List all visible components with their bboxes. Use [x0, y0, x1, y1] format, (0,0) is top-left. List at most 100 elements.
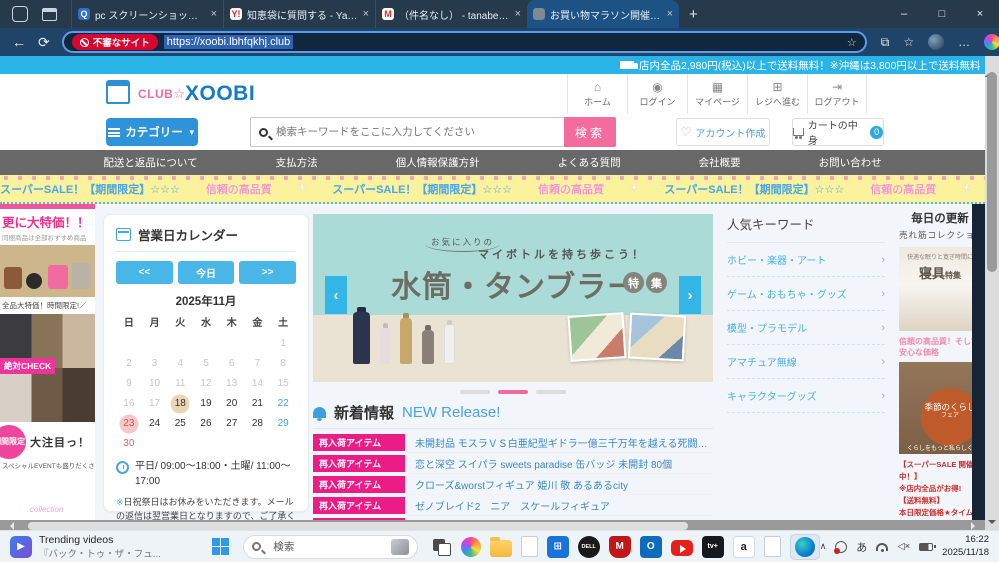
muted-speaker-icon[interactable]: ◁×: [897, 541, 910, 552]
amazon-icon[interactable]: a: [732, 535, 755, 558]
category-button[interactable]: カテゴリー ▼: [106, 118, 198, 146]
favorite-star-icon[interactable]: ☆: [847, 36, 857, 49]
calendar-day[interactable]: 4: [167, 355, 193, 372]
favorites-icon[interactable]: ☆: [903, 35, 914, 49]
more-menu-icon[interactable]: …: [958, 35, 970, 49]
news-item-link[interactable]: クローズ&worstフィギュア 姫川 敬 あるあるcity: [415, 477, 628, 492]
hidden-icons-chevron[interactable]: ∧: [820, 541, 827, 552]
document-icon[interactable]: [520, 536, 538, 557]
calendar-day[interactable]: 11: [167, 375, 193, 392]
outlook-icon[interactable]: O: [639, 535, 662, 558]
vertical-scrollbar[interactable]: [985, 52, 999, 532]
calendar-day[interactable]: 25: [167, 415, 193, 432]
header-nav-checkout[interactable]: ⊞ レジへ進む: [747, 74, 807, 114]
coats-image[interactable]: 絶対CHECK: [0, 314, 95, 422]
calendar-day[interactable]: 12: [193, 375, 219, 392]
calendar-day[interactable]: 16: [116, 395, 142, 412]
calendar-day[interactable]: 9: [116, 375, 142, 392]
back-button[interactable]: ←: [12, 34, 26, 50]
start-button[interactable]: [212, 538, 230, 555]
hero-carousel[interactable]: お気に入りの マイボトルを持ち歩こう！ 水筒・タンブラー 特集 ‹ ›: [313, 214, 713, 382]
calendar-day[interactable]: 1: [270, 335, 296, 352]
calendar-day[interactable]: 29: [270, 415, 296, 432]
calendar-day[interactable]: 28: [245, 415, 271, 432]
browser-tab[interactable]: Qpc スクリーンショット 方法 - 検索 ×: [71, 0, 223, 28]
calendar-day[interactable]: 21: [245, 395, 271, 412]
cart-button[interactable]: カートの中身 0: [792, 118, 884, 147]
browser-tab[interactable]: Y! 知恵袋に質問する - Yahoo!知恵袋 ×: [223, 0, 375, 28]
microsoft-store-icon[interactable]: ⊞: [546, 535, 569, 558]
seasonal-banner[interactable]: 季節のくらし フェア くらしをもっと私らしく: [899, 362, 981, 455]
calendar-day[interactable]: 24: [142, 415, 168, 432]
dell-icon[interactable]: DELL: [577, 535, 600, 558]
calendar-day[interactable]: 10: [142, 375, 168, 392]
minimize-button[interactable]: –: [885, 0, 923, 28]
browser-tab[interactable]: お買い物マラソン開催中♪クーポン活 ×: [527, 0, 679, 28]
create-account-button[interactable]: ♡ アカウント作成: [676, 118, 770, 146]
new-tab-button[interactable]: +: [689, 6, 698, 23]
nav-link[interactable]: 支払方法: [276, 155, 318, 170]
news-item-link[interactable]: 恋と深空 スイパラ sweets paradise 缶バッジ 未開封 80個: [415, 456, 672, 471]
calendar-day[interactable]: 30: [116, 435, 142, 452]
search-button[interactable]: 検索: [564, 117, 616, 147]
site-warning-badge[interactable]: 不審なサイト: [71, 34, 158, 50]
file-explorer-icon[interactable]: [489, 536, 512, 557]
carousel-next-arrow[interactable]: ›: [679, 276, 701, 314]
tab-close-icon[interactable]: ×: [211, 8, 217, 20]
youtube-icon[interactable]: [670, 540, 693, 556]
calendar-day[interactable]: 26: [193, 415, 219, 432]
horizontal-scroll-thumb[interactable]: [28, 522, 688, 530]
wifi-icon[interactable]: [876, 542, 889, 552]
calendar-day[interactable]: 15: [270, 375, 296, 392]
site-logo[interactable]: CLUB ☆ XOOBI: [106, 80, 255, 106]
keyword-link[interactable]: 模型・プラモデル ›: [727, 311, 885, 345]
header-nav-home[interactable]: ⌂ ホーム: [567, 74, 627, 114]
bedding-banner[interactable]: 快適な眠りと寛ぎ時間に 寝具特集: [899, 247, 981, 331]
document-icon[interactable]: [763, 536, 781, 557]
carousel-dot[interactable]: [536, 390, 566, 394]
calendar-day[interactable]: 17: [142, 395, 168, 412]
nav-link[interactable]: 配送と返品について: [103, 155, 197, 170]
handbags-image[interactable]: [0, 245, 95, 297]
keyword-link[interactable]: ゲーム・おもちゃ・グッズ ›: [727, 277, 885, 311]
news-item-link[interactable]: ゼノブレイド2 ニア スケールフィギュア: [415, 498, 610, 513]
calendar-next-button[interactable]: >>: [239, 261, 297, 284]
header-nav-mypage[interactable]: ▦ マイページ: [687, 74, 747, 114]
tv-app-icon[interactable]: tv+: [701, 535, 724, 558]
ime-indicator[interactable]: あ: [856, 539, 867, 555]
calendar-day[interactable]: 3: [142, 355, 168, 372]
vertical-scroll-thumb[interactable]: [987, 72, 997, 272]
calendar-day[interactable]: 20: [219, 395, 245, 412]
rug-image[interactable]: RUG collection: [0, 473, 95, 520]
calendar-day[interactable]: 18: [167, 395, 193, 412]
calendar-day[interactable]: 5: [193, 355, 219, 372]
nav-link[interactable]: よくある質問: [558, 155, 621, 170]
copilot-icon[interactable]: [984, 34, 999, 50]
nav-link[interactable]: 会社概要: [699, 155, 741, 170]
keyword-link[interactable]: アマチュア無線 ›: [727, 345, 885, 379]
news-item-link[interactable]: 未開封品 モスラＶＳ白亜紀型ギドラ一億三千万年を越える死闘ガレージキット: [415, 435, 713, 450]
nav-link[interactable]: 個人情報保護方針: [396, 155, 480, 170]
calendar-day[interactable]: 19: [193, 395, 219, 412]
tab-actions-icon[interactable]: [42, 7, 57, 21]
calendar-today-button[interactable]: 今日: [177, 261, 235, 284]
tab-close-icon[interactable]: ×: [667, 8, 673, 20]
address-bar[interactable]: 不審なサイト https://xoobi.lbhfqkhj.club ☆: [61, 31, 867, 53]
calendar-day[interactable]: 6: [219, 355, 245, 372]
scroll-left-arrow[interactable]: [6, 522, 14, 530]
tab-close-icon[interactable]: ×: [515, 8, 521, 20]
close-window-button[interactable]: ×: [961, 0, 999, 28]
nav-link[interactable]: お問い合わせ: [819, 155, 882, 170]
calendar-day[interactable]: 2: [116, 355, 142, 372]
network-error-icon[interactable]: [834, 540, 848, 554]
carousel-dot[interactable]: [460, 390, 490, 394]
widgets-button[interactable]: ▶ Trending videos 『バック・トゥ・ザ・フュ...: [10, 534, 190, 560]
calendar-day[interactable]: 22: [270, 395, 296, 412]
keyword-link[interactable]: ホビー・楽器・アート ›: [727, 243, 885, 277]
taskbar-search[interactable]: 検索: [243, 534, 418, 559]
profile-avatar[interactable]: [928, 34, 945, 50]
taskbar-clock[interactable]: 16:22 2025/11/18: [942, 534, 989, 559]
browser-logo-icon[interactable]: [12, 6, 28, 22]
browser-tab[interactable]: M （件名なし） - tanabe.takuto.outl ×: [375, 0, 527, 28]
task-view-icon[interactable]: [430, 536, 452, 558]
